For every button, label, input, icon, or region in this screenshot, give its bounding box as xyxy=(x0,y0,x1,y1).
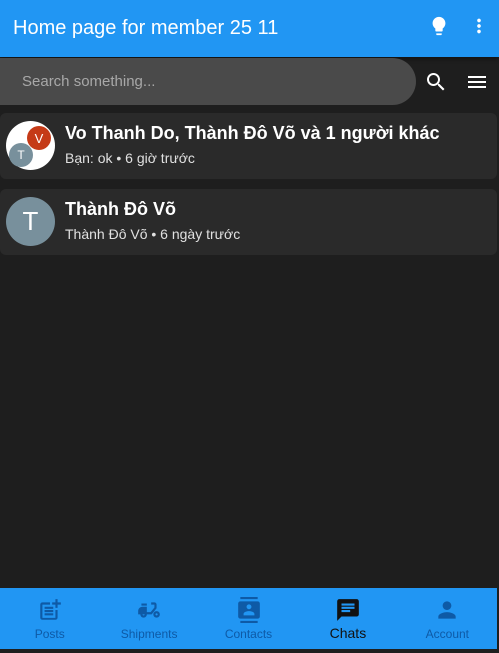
avatar: V xyxy=(27,126,51,150)
nav-item-chats[interactable]: Chats xyxy=(298,588,397,649)
group-avatar: V T xyxy=(6,121,55,170)
menu-icon xyxy=(465,70,489,99)
chat-list-item[interactable]: V T Vo Thanh Do, Thành Đô Võ và 1 người … xyxy=(0,113,497,179)
nav-item-account[interactable]: Account xyxy=(398,588,497,649)
nav-label: Chats xyxy=(329,625,367,641)
page-title: Home page for member 25 11 xyxy=(13,17,279,39)
avatar: T xyxy=(9,143,33,167)
bottom-navigation: Posts Shipments Contacts Chats Account xyxy=(0,588,497,649)
nav-label: Contacts xyxy=(224,627,273,641)
chat-icon xyxy=(334,596,362,624)
post-add-icon xyxy=(36,596,64,624)
chat-list-item[interactable]: T Thành Đô Võ Thành Đô Võ • 6 ngày trước xyxy=(0,189,497,255)
theme-button[interactable] xyxy=(419,0,459,57)
nav-item-posts[interactable]: Posts xyxy=(0,588,99,649)
scooter-icon xyxy=(135,596,163,624)
search-icon xyxy=(424,70,448,99)
search-button[interactable] xyxy=(422,70,450,98)
search-row xyxy=(0,57,499,107)
search-input[interactable] xyxy=(0,58,416,105)
nav-item-shipments[interactable]: Shipments xyxy=(99,588,198,649)
chat-title: Vo Thanh Do, Thành Đô Võ và 1 người khác xyxy=(65,123,440,143)
lightbulb-icon xyxy=(428,14,450,43)
more-options-button[interactable] xyxy=(459,0,499,57)
chat-title: Thành Đô Võ xyxy=(65,199,176,219)
person-icon xyxy=(433,596,461,624)
more-vert-icon xyxy=(468,14,490,43)
nav-label: Shipments xyxy=(120,627,178,641)
chat-last-message: Thành Đô Võ • 6 ngày trước xyxy=(65,226,241,242)
filter-menu-button[interactable] xyxy=(463,70,491,98)
contacts-icon xyxy=(235,596,263,624)
nav-item-contacts[interactable]: Contacts xyxy=(199,588,298,649)
app-bar: Home page for member 25 11 xyxy=(0,0,499,57)
nav-label: Account xyxy=(425,627,469,641)
avatar: T xyxy=(6,197,55,246)
chat-last-message: Bạn: ok • 6 giờ trước xyxy=(65,150,195,166)
nav-label: Posts xyxy=(34,627,65,641)
